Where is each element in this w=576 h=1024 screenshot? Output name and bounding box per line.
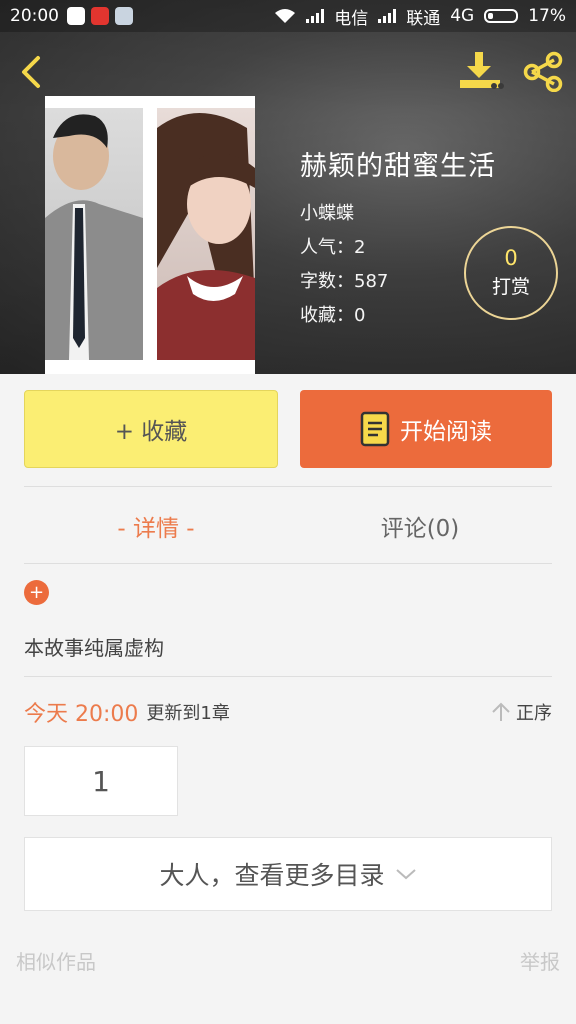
divider [24, 676, 552, 677]
notification-icons [67, 7, 133, 25]
start-reading-button[interactable]: 开始阅读 [300, 390, 552, 468]
book-info: 赫颖的甜蜜生活 小蝶蝶 人气：2 字数：587 收藏：0 [300, 144, 496, 333]
wifi-icon [275, 9, 296, 23]
reward-button[interactable]: 0 打赏 [464, 226, 558, 320]
message-app-icon [115, 7, 133, 25]
top-bar [0, 40, 576, 100]
divider [24, 486, 552, 487]
network-type: 4G [450, 6, 475, 26]
similar-works-label: 相似作品 [16, 950, 96, 974]
book-icon [360, 411, 390, 447]
book-header: 20:00 电信 联通 4G 17% 赫颖的甜蜜生活 小蝶蝶 人气：2 字数：5… [0, 0, 576, 374]
chevron-down-icon [395, 869, 416, 880]
book-cover[interactable] [45, 96, 255, 374]
update-row: 今天 20:00 更新到1章 正序 [24, 696, 552, 728]
reward-label: 打赏 [491, 276, 530, 298]
battery-level: 17% [528, 6, 566, 26]
arrow-up-icon [492, 702, 510, 721]
music-app-icon [91, 7, 109, 25]
tab-details[interactable]: - 详情 - [24, 488, 288, 564]
qq-icon [67, 7, 85, 25]
status-time: 20:00 [10, 6, 59, 26]
chapter-item[interactable]: 1 [24, 746, 178, 816]
book-description: 本故事纯属虚构 [24, 636, 164, 660]
reward-count: 0 [504, 246, 518, 270]
update-time: 今天 20:00 [24, 702, 139, 727]
sort-order-label: 正序 [516, 703, 552, 724]
download-button[interactable] [458, 50, 504, 92]
book-favorites: 收藏：0 [300, 305, 366, 326]
download-icon [460, 52, 504, 89]
signal-icon [306, 9, 325, 23]
battery-icon [484, 9, 519, 23]
cover-photo-man [45, 108, 143, 360]
report-button[interactable]: 举报 [520, 946, 560, 975]
divider [24, 563, 552, 564]
carrier-1: 电信 [334, 8, 369, 29]
status-bar: 20:00 电信 联通 4G 17% [0, 0, 576, 32]
book-title: 赫颖的甜蜜生活 [300, 151, 496, 182]
more-catalog-label: 大人，查看更多目录 [159, 861, 385, 890]
detail-tabs: - 详情 - 评论(0) [24, 488, 552, 564]
chevron-left-icon [22, 56, 40, 88]
start-reading-label: 开始阅读 [400, 419, 492, 445]
sort-order-button[interactable]: 正序 [490, 699, 552, 725]
cover-photo-woman [157, 108, 255, 360]
share-button[interactable] [520, 50, 566, 93]
tab-comments[interactable]: 评论(0) [288, 488, 552, 564]
signal-icon-2 [378, 9, 397, 23]
back-button[interactable] [12, 48, 56, 92]
update-text: 更新到1章 [146, 703, 230, 724]
book-author[interactable]: 小蝶蝶 [300, 197, 496, 231]
expand-button[interactable]: + [24, 580, 49, 605]
share-icon [523, 51, 563, 93]
collect-button[interactable]: + 收藏 [24, 390, 278, 468]
more-catalog-button[interactable]: 大人，查看更多目录 [24, 837, 552, 911]
carrier-2: 联通 [406, 8, 441, 29]
